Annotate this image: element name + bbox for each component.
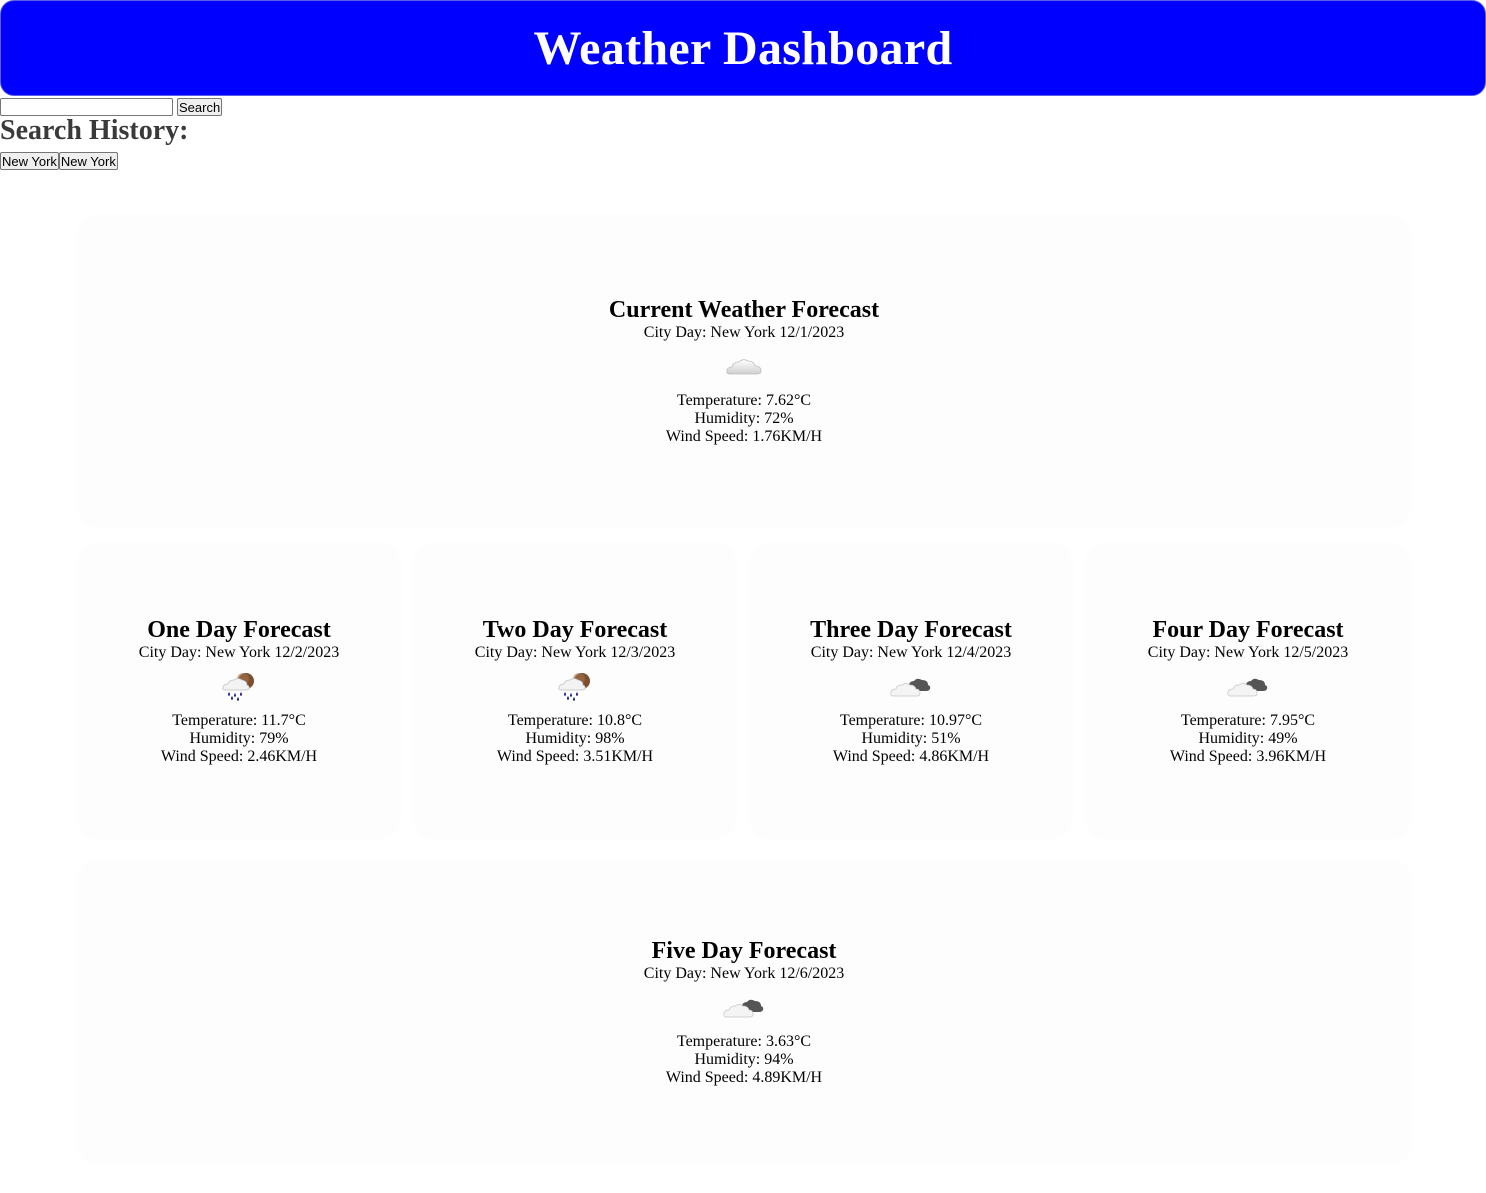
humidity-value: Humidity: 79%	[189, 730, 289, 747]
search-history-list: New York New York	[0, 152, 118, 170]
card-title: Four Day Forecast	[1152, 617, 1344, 643]
search-button[interactable]: Search	[177, 98, 223, 116]
card-title: One Day Forecast	[147, 617, 331, 643]
city-day: City Day: New York 12/6/2023	[643, 965, 845, 982]
broken-clouds-icon	[719, 983, 769, 1033]
wind-speed-value: Wind Speed: 3.96KM/H	[1169, 748, 1327, 765]
history-item-button[interactable]: New York	[58, 152, 118, 170]
weather-stats: Temperature: 7.62°C Humidity: 72% Wind S…	[666, 392, 822, 446]
rain-night-icon	[550, 662, 600, 712]
history-item-button[interactable]: New York	[0, 152, 59, 170]
weather-stats: Temperature: 10.8°C Humidity: 98% Wind S…	[497, 712, 653, 766]
forecast-card-day-2: Two Day Forecast City Day: New York 12/3…	[417, 546, 733, 836]
broken-clouds-icon	[886, 662, 936, 712]
temperature-value: Temperature: 11.7°C	[172, 712, 306, 729]
wind-speed-value: Wind Speed: 3.51KM/H	[496, 748, 654, 765]
wind-speed-value: Wind Speed: 4.89KM/H	[665, 1069, 823, 1086]
city-day: City Day: New York 12/4/2023	[810, 644, 1012, 661]
search-input[interactable]	[0, 98, 173, 116]
wind-speed-value: Wind Speed: 1.76KM/H	[665, 428, 823, 445]
forecast-card-day-4: Four Day Forecast City Day: New York 12/…	[1089, 546, 1407, 836]
search-bar: Search	[0, 97, 223, 117]
city-day: City Day: New York 12/3/2023	[474, 644, 676, 661]
card-title: Three Day Forecast	[810, 617, 1012, 643]
cloud-icon	[719, 342, 769, 392]
rain-night-icon	[214, 662, 264, 712]
weather-stats: Temperature: 3.63°C Humidity: 94% Wind S…	[666, 1033, 822, 1087]
temperature-value: Temperature: 10.97°C	[839, 712, 983, 729]
card-title: Five Day Forecast	[651, 938, 837, 964]
humidity-value: Humidity: 94%	[694, 1051, 794, 1068]
header-banner: Weather Dashboard	[0, 0, 1486, 96]
temperature-value: Temperature: 7.62°C	[676, 392, 812, 409]
temperature-value: Temperature: 10.8°C	[507, 712, 643, 729]
current-weather-card: Current Weather Forecast City Day: New Y…	[81, 218, 1407, 524]
temperature-value: Temperature: 3.63°C	[676, 1033, 812, 1050]
city-day: City Day: New York 12/5/2023	[1147, 644, 1349, 661]
humidity-value: Humidity: 49%	[1198, 730, 1298, 747]
forecast-card-day-3: Three Day Forecast City Day: New York 12…	[753, 546, 1069, 836]
wind-speed-value: Wind Speed: 2.46KM/H	[160, 748, 318, 765]
search-history-heading: Search History:	[0, 115, 189, 146]
city-day: City Day: New York 12/1/2023	[643, 324, 845, 341]
broken-clouds-icon	[1223, 662, 1273, 712]
forecast-card-day-1: One Day Forecast City Day: New York 12/2…	[81, 546, 397, 836]
card-title: Current Weather Forecast	[608, 297, 880, 323]
wind-speed-value: Wind Speed: 4.86KM/H	[832, 748, 990, 765]
weather-stats: Temperature: 10.97°C Humidity: 51% Wind …	[833, 712, 989, 766]
city-day: City Day: New York 12/2/2023	[138, 644, 340, 661]
weather-stats: Temperature: 7.95°C Humidity: 49% Wind S…	[1170, 712, 1326, 766]
card-title: Two Day Forecast	[482, 617, 668, 643]
temperature-value: Temperature: 7.95°C	[1180, 712, 1316, 729]
humidity-value: Humidity: 98%	[525, 730, 625, 747]
humidity-value: Humidity: 51%	[861, 730, 961, 747]
forecast-card-day-5: Five Day Forecast City Day: New York 12/…	[81, 862, 1407, 1162]
humidity-value: Humidity: 72%	[694, 410, 794, 427]
page-title: Weather Dashboard	[533, 21, 953, 75]
weather-stats: Temperature: 11.7°C Humidity: 79% Wind S…	[161, 712, 317, 766]
